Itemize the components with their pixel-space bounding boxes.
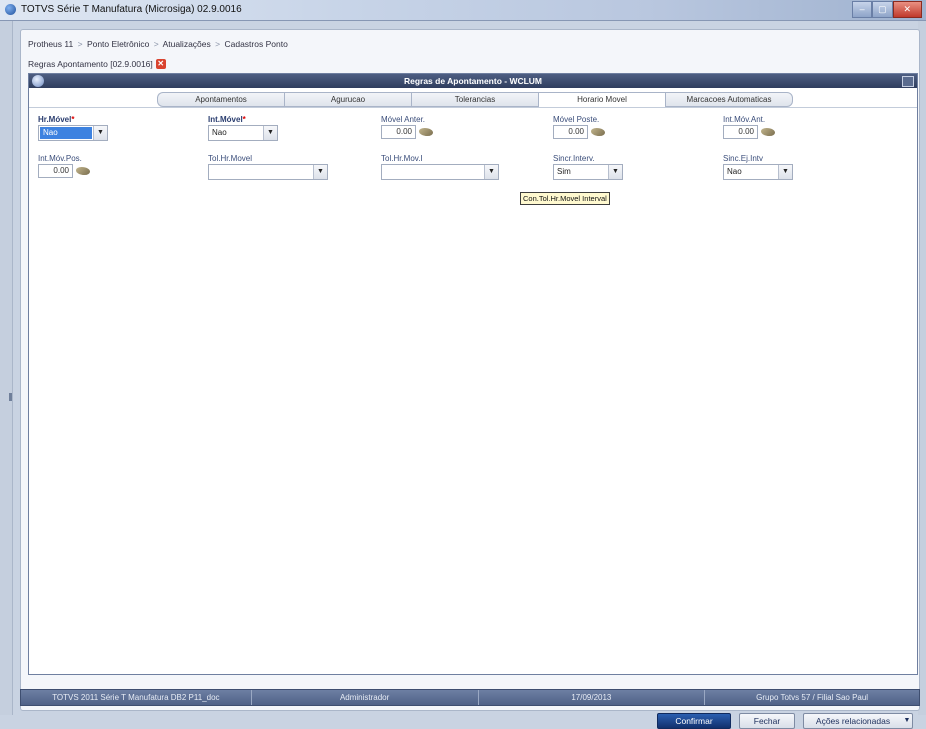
sinc-ej-intv-label: Sinc.Ej.Intv [723, 154, 764, 163]
status-user: Administrador [252, 690, 479, 705]
required-marker: * [242, 115, 246, 124]
tab-divider [29, 107, 917, 108]
status-company: Grupo Totvs 57 / Filial Sao Paul [756, 693, 869, 702]
sinc-ej-intv-select[interactable]: Nao ▼ [723, 164, 793, 180]
maximize-icon[interactable] [902, 76, 914, 87]
tab-horario-movel[interactable]: Horario Movel [538, 92, 665, 107]
dialog-header: Regras de Apontamento - WCLUM [29, 74, 917, 88]
field-label: Hr.Móvel* [38, 115, 108, 125]
required-marker: * [71, 115, 75, 124]
movel-anter-input[interactable]: 0.00 [381, 125, 416, 139]
totvs-logo-icon [32, 75, 44, 87]
maximize-button[interactable]: ▢ [872, 1, 893, 18]
calculator-icon[interactable] [761, 128, 775, 136]
hr-movel-select[interactable]: Nao ▼ [38, 125, 108, 141]
chevron-down-icon[interactable]: ▼ [778, 165, 792, 179]
related-actions-button[interactable]: Ações relacionadas ▼ [803, 713, 913, 729]
status-bar: TOTVS 2011 Série T Manufatura DB2 P11_do… [20, 689, 920, 706]
tab-marcacoes-automaticas[interactable]: Marcacoes Automaticas [665, 92, 793, 107]
tab-label: Marcacoes Automaticas [686, 95, 772, 104]
related-actions-label: Ações relacionadas [815, 716, 891, 726]
breadcrumb-item[interactable]: Cadastros Ponto [224, 39, 287, 49]
chevron-down-icon[interactable]: ▼ [313, 165, 327, 179]
tol-hr-mov-i-select[interactable]: ▼ [381, 164, 499, 180]
sinc-ej-intv-value: Nao [727, 167, 742, 176]
field-label: Int.Móvel* [208, 115, 278, 125]
tol-hr-movel-value [209, 165, 313, 179]
status-date: 17/09/2013 [479, 690, 706, 705]
tab-tolerancias[interactable]: Tolerancias [411, 92, 538, 107]
tol-hr-mov-i-value [382, 165, 484, 179]
close-window-button[interactable]: ✕ [892, 1, 922, 18]
tol-hr-movel-label: Tol.Hr.Movel [208, 154, 253, 163]
movel-poste-input[interactable]: 0.00 [553, 125, 588, 139]
sincr-interv-label: Sincr.Interv. [553, 154, 595, 163]
sincr-interv-value: Sim [557, 167, 571, 176]
chevron-down-icon[interactable]: ▼ [93, 126, 107, 140]
minimize-button[interactable]: – [852, 1, 873, 18]
int-movel-value: Nao [212, 128, 227, 137]
tab-label: Apontamentos [195, 95, 247, 104]
tab-label: Horario Movel [577, 95, 627, 104]
rules-dialog: Regras de Apontamento - WCLUM Apontament… [28, 73, 918, 729]
movel-anter-label: Móvel Anter. [381, 115, 426, 124]
calculator-icon[interactable] [76, 167, 90, 175]
breadcrumb-separator: > [153, 39, 159, 49]
chevron-down-icon[interactable]: ▼ [484, 165, 498, 179]
breadcrumb: Protheus 11 > Ponto Eletrônico > Atualiz… [28, 39, 288, 49]
tol-hr-movel-field: Tol.Hr.Movel ▼ [208, 154, 328, 180]
int-mov-ant-label: Int.Móv.Ant. [723, 115, 766, 124]
tol-hr-mov-i-label: Tol.Hr.Mov.I [381, 154, 423, 163]
app-icon [5, 4, 16, 15]
sincr-interv-field: Sincr.Interv. Sim ▼ [553, 154, 623, 180]
sincr-interv-select[interactable]: Sim ▼ [553, 164, 623, 180]
breadcrumb-separator: > [215, 39, 221, 49]
sinc-ej-intv-field: Sinc.Ej.Intv Nao ▼ [723, 154, 793, 180]
breadcrumb-separator: > [77, 39, 83, 49]
tol-hr-movel-select[interactable]: ▼ [208, 164, 328, 180]
movel-poste-field: Móvel Poste. 0.00 [553, 115, 605, 139]
breadcrumb-item[interactable]: Ponto Eletrônico [87, 39, 149, 49]
tab-agurucao[interactable]: Agurucao [284, 92, 411, 107]
int-mov-pos-label: Int.Móv.Pos. [38, 154, 82, 163]
breadcrumb-item[interactable]: Protheus 11 [28, 39, 73, 49]
close-icon[interactable]: ✕ [155, 59, 166, 69]
int-mov-ant-input[interactable]: 0.00 [723, 125, 758, 139]
int-movel-field: Int.Móvel* Nao ▼ [208, 115, 278, 141]
dialog-title: Regras de Apontamento - WCLUM [403, 76, 543, 86]
calculator-icon[interactable] [591, 128, 605, 136]
document-tab-label[interactable]: Regras Apontamento [02.9.0016] [28, 59, 153, 69]
window-titlebar: TOTVS Série T Manufatura (Microsiga) 02.… [0, 0, 926, 21]
field-tooltip: Con.Tol.Hr.Movel Interval [520, 192, 610, 205]
left-frame [0, 21, 13, 715]
tab-label: Agurucao [330, 95, 366, 104]
status-environment: TOTVS 2011 Série T Manufatura DB2 P11_do… [21, 690, 252, 705]
window-controls: – ▢ ✕ [852, 1, 922, 18]
tab-apontamentos[interactable]: Apontamentos [157, 92, 284, 107]
tab-label: Tolerancias [454, 95, 496, 104]
chevron-down-icon[interactable]: ▼ [902, 714, 912, 728]
int-mov-ant-field: Int.Móv.Ant. 0.00 [723, 115, 775, 139]
hr-movel-field: Hr.Móvel* Nao ▼ [38, 115, 108, 141]
movel-anter-field: Móvel Anter. 0.00 [381, 115, 433, 139]
document-tab[interactable]: Regras Apontamento [02.9.0016] ✕ [28, 59, 166, 69]
confirm-button[interactable]: Confirmar [657, 713, 731, 729]
int-movel-label: Int.Móvel [208, 115, 243, 124]
calculator-icon[interactable] [419, 128, 433, 136]
int-mov-pos-input[interactable]: 0.00 [38, 164, 73, 178]
breadcrumb-item[interactable]: Atualizações [163, 39, 211, 49]
hr-movel-value: Nao [40, 127, 92, 139]
chevron-down-icon[interactable]: ▼ [608, 165, 622, 179]
chevron-down-icon[interactable]: ▼ [263, 126, 277, 140]
movel-poste-label: Móvel Poste. [553, 115, 600, 124]
panel-collapse-handle[interactable] [9, 393, 12, 401]
close-button[interactable]: Fechar [739, 713, 795, 729]
tol-hr-mov-i-field: Tol.Hr.Mov.I ▼ [381, 154, 499, 180]
tab-bar: Apontamentos Agurucao Tolerancias Horari… [157, 92, 793, 107]
dialog-button-bar: Confirmar Fechar Ações relacionadas ▼ [657, 713, 913, 729]
int-mov-pos-field: Int.Móv.Pos. 0.00 [38, 154, 90, 178]
int-movel-select[interactable]: Nao ▼ [208, 125, 278, 141]
window-title: TOTVS Série T Manufatura (Microsiga) 02.… [21, 4, 242, 15]
hr-movel-label: Hr.Móvel [38, 115, 72, 124]
